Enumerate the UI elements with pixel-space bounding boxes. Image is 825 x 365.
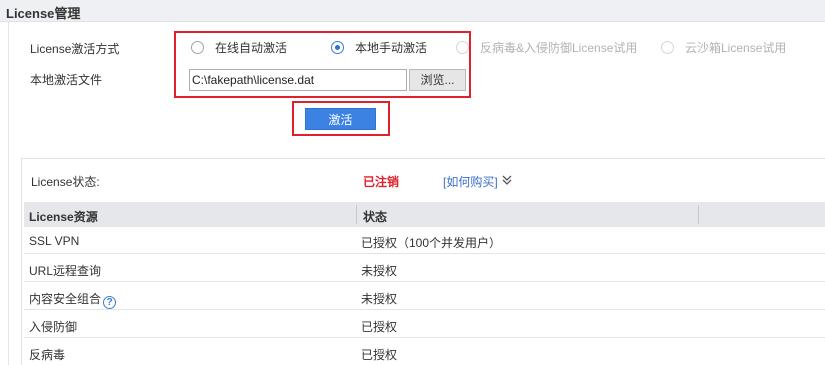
resource-name-cell: 内容安全组合? xyxy=(29,290,117,309)
how-to-buy-link[interactable]: [如何购买] xyxy=(443,173,498,190)
column-header-state: 状态 xyxy=(363,210,388,224)
radio-av-ips-label: 反病毒&入侵防御License试用 xyxy=(480,40,638,55)
table-row: 入侵防御 已授权 xyxy=(24,312,825,338)
table-row: URL远程查询 未授权 xyxy=(24,256,825,282)
table-row: 内容安全组合? 未授权 xyxy=(24,284,825,310)
resource-name: 入侵防御 xyxy=(29,320,78,334)
radio-circle-icon xyxy=(661,40,674,54)
resource-state: 已授权 xyxy=(361,320,398,334)
resource-state: 未授权 xyxy=(361,264,398,278)
table-row: 反病毒 已授权 xyxy=(24,340,825,365)
activation-method-label: License激活方式 xyxy=(30,42,120,56)
resource-state: 已授权（100个并发用户） xyxy=(361,236,502,250)
resource-name: URL远程查询 xyxy=(29,264,102,278)
column-divider xyxy=(356,205,357,224)
license-status-value: 已注销 xyxy=(363,175,400,189)
license-status-table: License状态: 已注销 [如何购买] License资源 状态 SSL V… xyxy=(21,158,825,365)
column-divider xyxy=(698,205,699,224)
highlight-box-activation xyxy=(174,31,471,98)
resource-name: 反病毒 xyxy=(29,348,66,362)
radio-sandbox-trial[interactable]: 云沙箱License试用 xyxy=(661,39,786,55)
resource-name: 内容安全组合 xyxy=(29,292,102,306)
help-icon[interactable]: ? xyxy=(103,296,117,309)
highlight-box-activate-button xyxy=(292,101,390,136)
table-row: SSL VPN 已授权（100个并发用户） xyxy=(24,228,825,254)
column-header-resource: License资源 xyxy=(29,210,98,224)
resource-state: 已授权 xyxy=(361,348,398,362)
activation-file-label: 本地激活文件 xyxy=(30,73,103,87)
radio-av-ips-trial[interactable]: 反病毒&入侵防御License试用 xyxy=(456,39,637,55)
resource-state: 未授权 xyxy=(361,292,398,306)
section-header: License管理 xyxy=(0,0,825,22)
table-header: License资源 状态 xyxy=(24,202,825,227)
license-status-label: License状态: xyxy=(31,175,100,189)
double-chevron-down-icon[interactable] xyxy=(501,174,513,186)
resource-name: SSL VPN xyxy=(29,234,80,248)
section-title: License管理 xyxy=(6,6,81,21)
radio-sandbox-label: 云沙箱License试用 xyxy=(685,40,787,55)
license-status-row: License状态: 已注销 [如何购买] xyxy=(22,159,825,200)
